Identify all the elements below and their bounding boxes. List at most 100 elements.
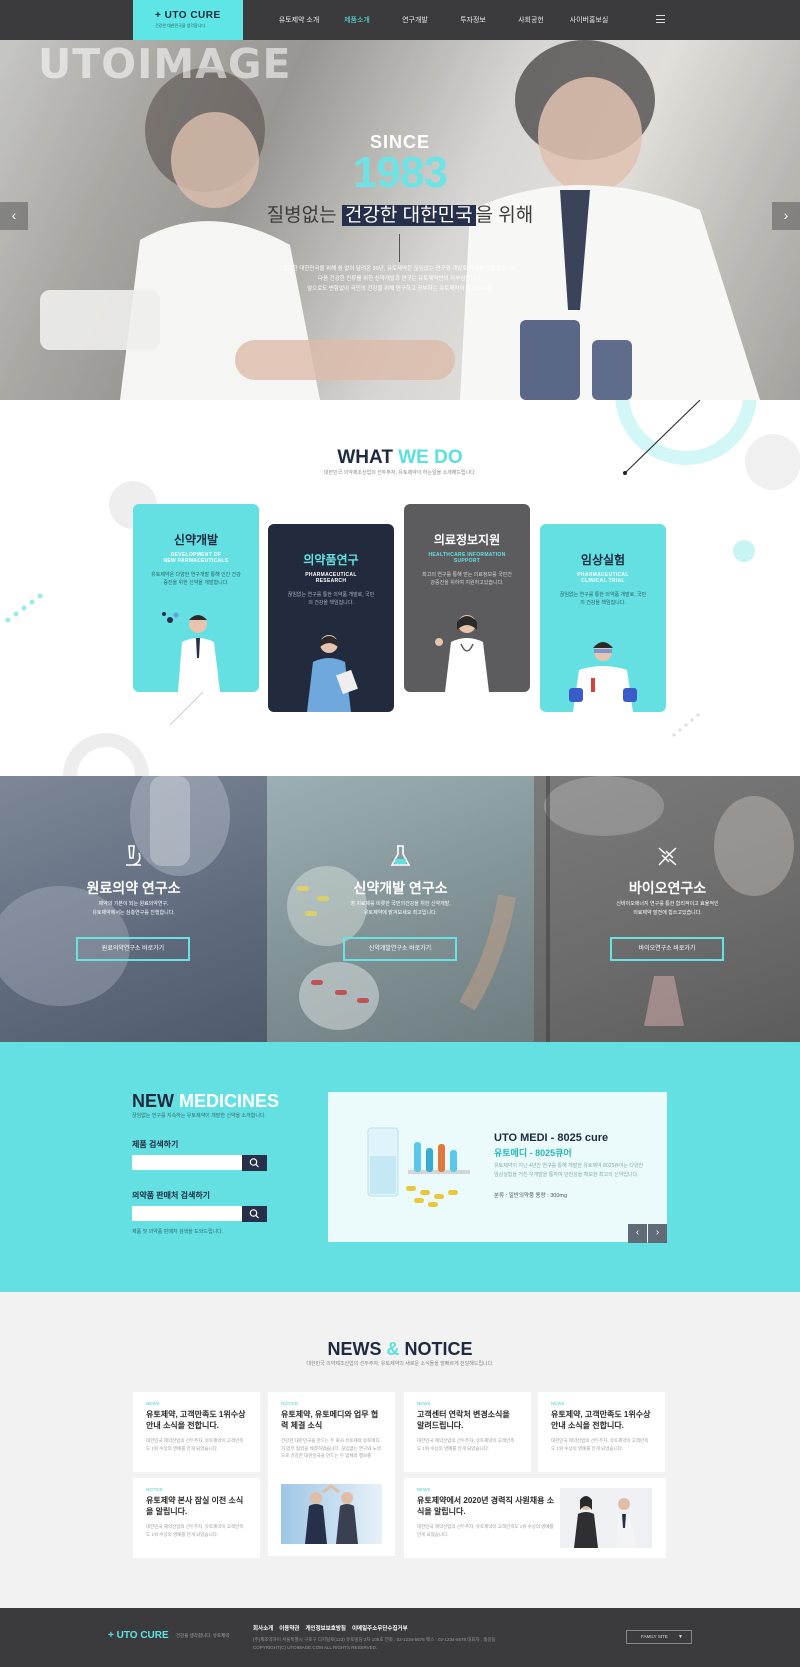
news-subtitle: 대한민국 의약제조산업의 선두주자, 유토제약의 새로운 소식들을 발빠르게 전…: [306, 1361, 494, 1367]
pharmacy-search-input[interactable]: [132, 1206, 242, 1221]
footer-copyright: COPYRIGHT(C) UTOIMAGE.COM ALL RIGHTS RES…: [253, 1645, 378, 1650]
news-card[interactable]: NEWS 고객센터 연락처 변경소식을 알려드립니다. 대한민국 제약산업의 선…: [404, 1392, 531, 1472]
product-name: UTO MEDI - 8025 cure: [494, 1132, 609, 1144]
pharmacy-search-label: 의약품 판매처 검색하기: [132, 1191, 211, 1200]
news-card[interactable]: NEWS 유토제약, 고객만족도 1위수상안내 소식을 전합니다. 대한민국 제…: [538, 1392, 665, 1472]
hero-next-button[interactable]: ›: [772, 202, 800, 230]
scientist-figure: [162, 612, 220, 692]
nurse-figure: [307, 635, 358, 712]
family-site-label: FAMILY SITE: [641, 1634, 668, 1639]
research-desc-line: 유토제약에서는 심층연구를 진행합니다.: [92, 910, 175, 916]
nav-products[interactable]: 제품소개: [328, 15, 386, 25]
research-desc-line: 신바이오에너지 연구를 통한 합리적이고 효율적인: [616, 901, 719, 907]
research-raw-button[interactable]: 원료의약연구소 바로가기: [76, 937, 190, 961]
card-english: DEVELOPMENT OF NEW PARMACEUTICALS: [133, 552, 259, 564]
product-card[interactable]: UTO MEDI - 8025 cure 유토메디 - 8025큐어 유토제약이…: [328, 1092, 667, 1243]
research-desc-line: 영 치료제를 비롯한 국민의건강을 위한 신약개발,: [350, 901, 451, 907]
news-card[interactable]: NEWS 유토제약, 고객만족도 1위수상안내 소식을 전합니다. 대한민국 제…: [133, 1392, 260, 1472]
slogan-highlight: 건강한 대한민국: [341, 205, 476, 226]
title-dark: NEW: [132, 1091, 174, 1111]
footer-link-company[interactable]: 회사소개: [253, 1624, 273, 1632]
hero-body-line: 다음 건강한 인류를 위한 신약개발과 연구는 유토제약만의 자부심입니다.: [317, 276, 483, 282]
research-title: 바이오연구소: [628, 880, 707, 896]
news-photo-handshake: [281, 1484, 382, 1544]
what-we-do-title: WHAT WE DO: [0, 447, 800, 469]
nav-investment[interactable]: 투자정보: [444, 15, 502, 25]
search-note: 제품 및 의약품 판매처 검색을 도와드립니다.: [132, 1229, 224, 1235]
footer: + UTO CURE 건강을 생각합니다. 유토제약 회사소개 이용약관 개인정…: [0, 1608, 800, 1667]
hero-banner: UTOIMAGE SINCE 1983 질병없는 건강한 대한민국 을 위해 건강…: [0, 40, 800, 400]
footer-address: (주)제조약하이 서울특별시 구로구 디지털로(123) 유토빌딩 2차 105…: [253, 1637, 496, 1642]
family-site-select[interactable]: FAMILY SITE ▼: [626, 1630, 692, 1644]
footer-link-email[interactable]: 이메일주소무단수집거부: [352, 1624, 408, 1632]
what-we-do-subtitle: 대한민국 의약제조산업의 선두주자, 유토제약이 하는일을 소개해드립니다.: [323, 470, 477, 476]
footer-logo-text: UTO CURE: [116, 1630, 169, 1641]
research-desc-line: 유토제약에 맡겨보세요 최고입니다.: [363, 910, 438, 916]
nav-company[interactable]: 유토제약 소개: [270, 15, 328, 25]
logo-text: UTO CURE: [164, 10, 221, 21]
news-card-wide[interactable]: NEWS 유토제약에서 2020년 경력직 사원채용 소식을 알립니다. 대한민…: [404, 1478, 666, 1558]
menu-icon[interactable]: [656, 15, 665, 23]
title-light: MEDICINES: [179, 1091, 280, 1111]
card-pharma-research[interactable]: 의약품연구 PHARMACEUTICAL RESEARCH 끊임없는 연구를 통…: [268, 524, 394, 712]
product-search-input[interactable]: [132, 1155, 242, 1170]
card-english-line: NEW PARMACEUTICALS: [163, 558, 229, 564]
doctor-figure: [435, 615, 489, 692]
product-next-button[interactable]: ›: [648, 1224, 667, 1243]
new-medicines-title: NEW MEDICINES: [132, 1091, 279, 1112]
news-title: 유토제약에서 2020년 경력직 사원채용 소식을 알립니다.: [417, 1496, 555, 1516]
hero-slogan: 질병없는 건강한 대한민국 을 위해: [0, 200, 800, 227]
hero-body-line: 건강한 대한민국을 위해 쉼 없이 달려온 39년, 유토제약은 끊임없는 연구…: [282, 266, 518, 272]
research-desc: 영 치료제를 비롯한 국민의건강을 위한 신약개발, 유토제약에 맡겨보세요 최…: [307, 900, 494, 918]
product-korean-name: 유토메디 - 8025큐어: [494, 1148, 572, 1158]
logo-subtitle: 건강한 대한민국을 생각합니다: [155, 23, 206, 28]
card-clinical-trial[interactable]: 임상실험 PHARMACEUTICAL CLINICAL TRIAL 끊임없는 …: [540, 524, 666, 712]
news-card[interactable]: NOTICE 유토제약 본사 잠실 이전 소식을 알립니다. 대한민국 제약산업…: [133, 1478, 260, 1558]
product-search-button[interactable]: [242, 1155, 267, 1171]
research-desc: 신바이오에너지 연구를 통한 합리적이고 효율적인 의료제약 발전에 힘쓰고있습…: [574, 900, 761, 918]
research-desc-line: 의료제약 발전에 힘쓰고있습니다.: [633, 910, 702, 916]
news-card[interactable]: NOTICE 유토제약, 유토메디와 업무 협력 체결 소식 건강한 대한민국을…: [268, 1392, 395, 1556]
footer-logo[interactable]: + UTO CURE: [108, 1630, 169, 1641]
footer-link-terms[interactable]: 이용약관: [279, 1624, 299, 1632]
card-title: 임상실험: [580, 553, 626, 567]
news-body: 대한민국 제약산업의 선두주자, 유토제약이 고객만족도 1위 수상의 영예를 …: [146, 1524, 244, 1537]
footer-link-privacy[interactable]: 개인정보보호방침: [306, 1624, 346, 1632]
news-title: 유토제약, 유토메디와 업무 협력 체결 소식: [281, 1410, 379, 1430]
main-nav: 유토제약 소개 제품소개 연구개발 투자정보 사회공헌 사이버홍보실: [270, 0, 618, 40]
footer-info: (주)제조약하이 서울특별시 구로구 디지털로(123) 유토빌딩 2차 105…: [253, 1636, 496, 1652]
news-body: 대한민국 제약산업의 선두주자, 유토제약이 고객만족도 1위 수상의 영예를 …: [551, 1438, 649, 1451]
research-newdrug-button[interactable]: 신약개발연구소 바로가기: [343, 937, 457, 961]
search-icon: [249, 1158, 259, 1168]
new-medicines-section: NEW MEDICINES 끊임없는 연구를 지속하는 유토제약이 개발한 신약…: [0, 1042, 800, 1292]
nav-pr[interactable]: 사이버홍보실: [560, 15, 618, 25]
title-accent: WE DO: [398, 447, 463, 468]
card-english: PHARMACEUTICAL RESEARCH: [268, 572, 394, 584]
news-tag: NOTICE: [281, 1401, 299, 1406]
title-dark: NEWS: [327, 1339, 382, 1359]
hero-body: 건강한 대한민국을 위해 쉼 없이 달려온 39년, 유토제약은 끊임없는 연구…: [250, 264, 550, 294]
news-tag: NEWS: [551, 1401, 565, 1406]
footer-links: 회사소개 이용약관 개인정보보호방침 이메일주소무단수집거부: [253, 1624, 408, 1632]
research-title: 원료의약 연구소: [86, 880, 181, 896]
news-body: 대한민국 제약산업의 선두주자, 유토제약이 고객만족도 1위 수상의 영예를 …: [417, 1438, 515, 1451]
research-desc: 제약의 기본이 되는 원료의약연구, 유토제약에서는 심층연구를 진행합니다.: [40, 900, 227, 918]
search-icon: [249, 1209, 259, 1219]
pharmacy-search-button[interactable]: [242, 1206, 267, 1222]
card-english-line: RESEARCH: [315, 578, 347, 584]
nav-research[interactable]: 연구개발: [386, 15, 444, 25]
slogan-pre: 질병없는: [266, 205, 337, 226]
hero-prev-button[interactable]: ‹: [0, 202, 28, 230]
card-health-info[interactable]: 의료정보지원 HEALTHCARE INFORMATION SUPPORT 최고…: [404, 504, 530, 692]
card-drug-development[interactable]: 신약개발 DEVELOPMENT OF NEW PARMACEUTICALS 유…: [133, 504, 259, 692]
research-bio-button[interactable]: 바이오연구소 바로가기: [610, 937, 724, 961]
logo[interactable]: + UTO CURE 건강한 대한민국을 생각합니다: [133, 0, 243, 40]
header: + UTO CURE 건강한 대한민국을 생각합니다 유토제약 소개 제품소개 …: [0, 0, 800, 40]
news-body: 건강한 대한민국을 만드는 두 회사 유토제약 유토메디가 업무 협력을 체결하…: [281, 1438, 381, 1458]
research-panel-newdrug: 신약개발 연구소 영 치료제를 비롯한 국민의건강을 위한 신약개발, 유토제약…: [267, 776, 534, 1042]
product-prev-button[interactable]: ‹: [628, 1224, 647, 1243]
card-title: 신약개발: [173, 533, 219, 547]
nav-social[interactable]: 사회공헌: [502, 15, 560, 25]
logo-plus-icon: +: [155, 10, 165, 21]
card-desc: 끊임없는 연구를 통한 의약품 개발로, 국민의 건강을 책임집니다.: [559, 592, 647, 606]
